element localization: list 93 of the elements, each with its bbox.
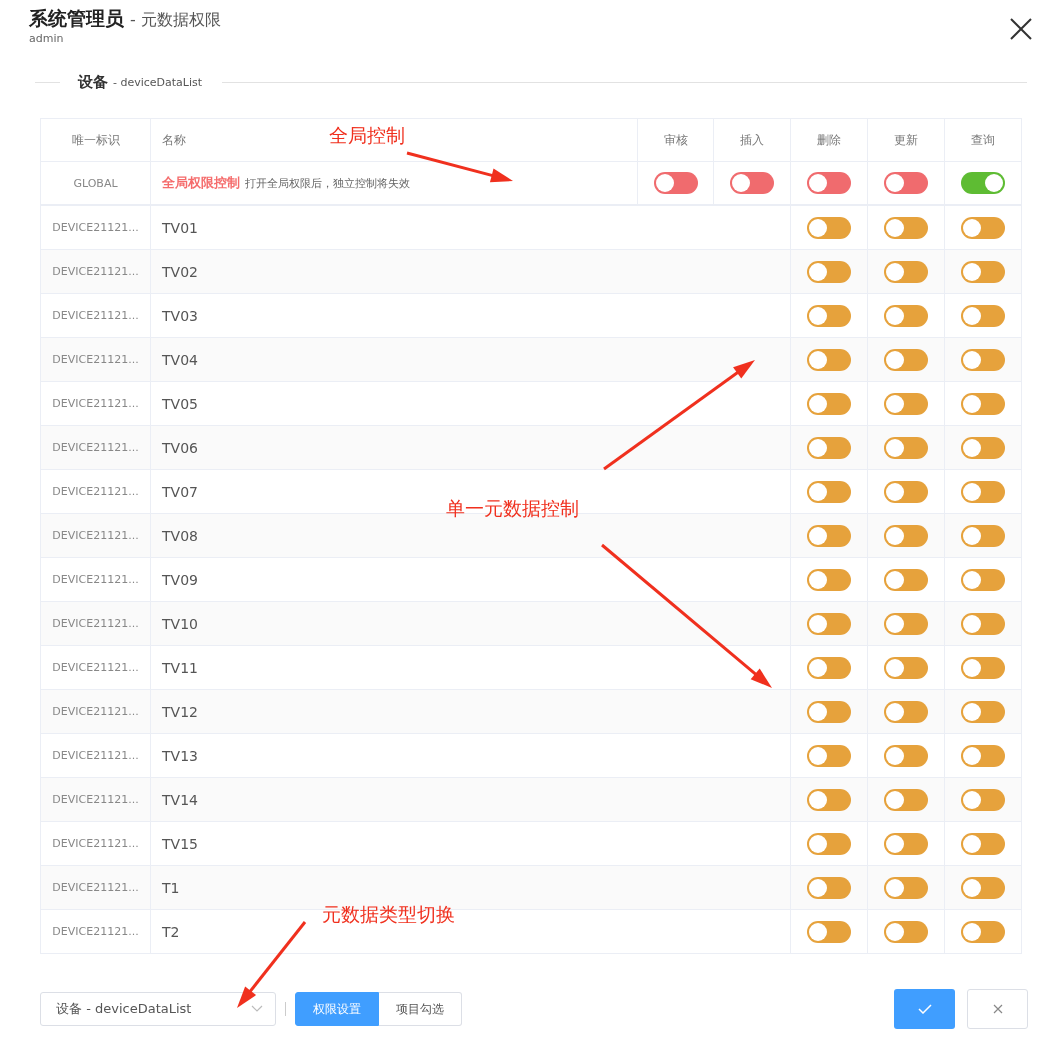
toggle-switch[interactable] bbox=[961, 788, 1005, 811]
table-cell: TV06 bbox=[151, 426, 791, 470]
toggle-switch[interactable] bbox=[961, 260, 1005, 283]
toggle-switch[interactable] bbox=[807, 172, 851, 194]
toggle-switch[interactable] bbox=[961, 876, 1005, 899]
toggle-switch[interactable] bbox=[961, 524, 1005, 547]
toggle-switch[interactable] bbox=[807, 612, 851, 635]
toggle-switch[interactable] bbox=[884, 392, 928, 415]
toggle-switch[interactable] bbox=[807, 876, 851, 899]
toggle-switch[interactable] bbox=[884, 348, 928, 371]
toggle-switch[interactable] bbox=[884, 920, 928, 943]
section-code: - deviceDataList bbox=[113, 75, 203, 89]
toggle-switch[interactable] bbox=[884, 656, 928, 679]
caret-icon bbox=[251, 1005, 263, 1013]
table-cell: DEVICE21121... bbox=[41, 426, 151, 470]
toggle-switch[interactable] bbox=[961, 436, 1005, 459]
column-header: 查询 bbox=[945, 119, 1022, 162]
toggle-switch[interactable] bbox=[807, 656, 851, 679]
table-cell: TV10 bbox=[151, 602, 791, 646]
toggle-switch[interactable] bbox=[884, 260, 928, 283]
toggle-switch[interactable] bbox=[807, 700, 851, 723]
mode-tab[interactable]: 项目勾选 bbox=[379, 992, 462, 1026]
close-icon[interactable] bbox=[1010, 18, 1032, 40]
toggle-switch[interactable] bbox=[961, 304, 1005, 327]
toggle-switch[interactable] bbox=[884, 568, 928, 591]
column-header: 插入 bbox=[714, 119, 791, 162]
user-name: admin bbox=[29, 32, 65, 45]
toggle-switch[interactable] bbox=[961, 656, 1005, 679]
toggle-switch[interactable] bbox=[884, 744, 928, 767]
toggle-switch[interactable] bbox=[807, 744, 851, 767]
column-header: 唯一标识 bbox=[41, 119, 151, 162]
annotation-text: 全局控制 bbox=[329, 123, 405, 148]
check-icon bbox=[917, 1004, 932, 1014]
dialog-title: 系统管理员 bbox=[29, 6, 124, 31]
toggle-switch[interactable] bbox=[961, 832, 1005, 855]
toggle-switch[interactable] bbox=[807, 920, 851, 943]
toggle-switch[interactable] bbox=[884, 700, 928, 723]
toggle-switch[interactable] bbox=[884, 216, 928, 239]
global-control-label: 全局权限控制 bbox=[162, 174, 240, 192]
toggle-switch[interactable] bbox=[961, 744, 1005, 767]
toggle-switch[interactable] bbox=[961, 480, 1005, 503]
toggle-switch[interactable] bbox=[961, 700, 1005, 723]
toggle-switch[interactable] bbox=[884, 480, 928, 503]
table-cell: DEVICE21121... bbox=[41, 602, 151, 646]
confirm-button[interactable] bbox=[894, 989, 955, 1029]
toggle-switch[interactable] bbox=[807, 568, 851, 591]
toggle-switch[interactable] bbox=[961, 568, 1005, 591]
toggle-switch[interactable] bbox=[653, 172, 698, 194]
toggle-switch[interactable] bbox=[884, 876, 928, 899]
toggle-switch[interactable] bbox=[961, 920, 1005, 943]
toggle-switch[interactable] bbox=[884, 832, 928, 855]
toggle-switch[interactable] bbox=[884, 524, 928, 547]
table-cell: DEVICE21121... bbox=[41, 250, 151, 294]
close-icon bbox=[992, 1004, 1003, 1014]
toggle-switch[interactable] bbox=[961, 216, 1005, 239]
toggle-switch[interactable] bbox=[807, 788, 851, 811]
table-cell: TV02 bbox=[151, 250, 791, 294]
column-header: 删除 bbox=[791, 119, 868, 162]
table-cell: DEVICE21121... bbox=[41, 514, 151, 558]
toggle-switch[interactable] bbox=[884, 172, 928, 194]
dialog-subtitle: - 元数据权限 bbox=[130, 10, 221, 31]
table-cell: DEVICE21121... bbox=[41, 866, 151, 910]
toggle-switch[interactable] bbox=[807, 832, 851, 855]
table-cell: DEVICE21121... bbox=[41, 690, 151, 734]
toggle-switch[interactable] bbox=[884, 304, 928, 327]
column-header: 更新 bbox=[868, 119, 945, 162]
toggle-switch[interactable] bbox=[807, 524, 851, 547]
toggle-switch[interactable] bbox=[807, 304, 851, 327]
toggle-switch[interactable] bbox=[884, 788, 928, 811]
type-select[interactable]: 设备 - deviceDataList bbox=[40, 992, 276, 1026]
table-cell: DEVICE21121... bbox=[41, 338, 151, 382]
toggle-switch[interactable] bbox=[807, 348, 851, 371]
toggle-switch[interactable] bbox=[807, 480, 851, 503]
table-cell: TV14 bbox=[151, 778, 791, 822]
toggle-switch[interactable] bbox=[807, 436, 851, 459]
toggle-switch[interactable] bbox=[807, 260, 851, 283]
toggle-switch[interactable] bbox=[807, 392, 851, 415]
toggle-switch[interactable] bbox=[730, 172, 774, 194]
toggle-switch[interactable] bbox=[884, 612, 928, 635]
table-cell: DEVICE21121... bbox=[41, 910, 151, 954]
global-control-hint: 打开全局权限后，独立控制将失效 bbox=[245, 175, 410, 191]
toggle-switch[interactable] bbox=[961, 392, 1005, 415]
toggle-switch[interactable] bbox=[961, 172, 1005, 194]
toggle-switch[interactable] bbox=[884, 436, 928, 459]
table-cell: GLOBAL bbox=[41, 162, 151, 206]
column-header: 审核 bbox=[638, 119, 714, 162]
toggle-switch[interactable] bbox=[961, 612, 1005, 635]
table-cell: TV12 bbox=[151, 690, 791, 734]
cancel-button[interactable] bbox=[967, 989, 1028, 1029]
toggle-switch[interactable] bbox=[807, 216, 851, 239]
section-title: 设备 bbox=[78, 72, 108, 92]
table-cell: DEVICE21121... bbox=[41, 778, 151, 822]
toggle-switch[interactable] bbox=[961, 348, 1005, 371]
